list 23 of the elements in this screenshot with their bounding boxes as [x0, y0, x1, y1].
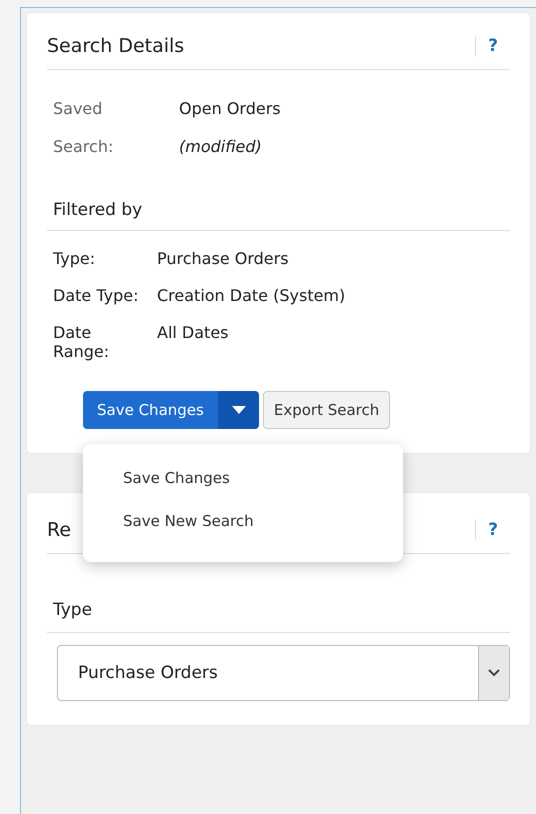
export-button[interactable]: Export Search — [262, 391, 390, 429]
field-label: Date Range: — [53, 323, 110, 361]
help-link[interactable]: ? — [475, 36, 510, 56]
field-label: Saved Search: — [53, 98, 114, 158]
field-label: Date Type: — [53, 286, 140, 305]
field-label: Type — [47, 600, 510, 633]
field-value: All Dates — [157, 323, 230, 344]
field-value: Creation Date (System) — [157, 286, 346, 305]
save-button[interactable]: Save Changes — [83, 391, 219, 429]
dropdown-toggle[interactable] — [218, 391, 259, 429]
panel-title: Re — [47, 519, 72, 541]
modified-note: (modified) — [179, 136, 263, 158]
menu-item[interactable]: Save New Search — [83, 505, 403, 548]
section-heading: Filtered by — [47, 200, 510, 231]
caret-icon — [230, 405, 247, 415]
chevron-down-icon — [488, 669, 500, 677]
field-label: Type: — [53, 249, 96, 268]
field-value: Open Orders — [179, 98, 281, 120]
panel-title: Search Details — [47, 35, 184, 57]
type-select[interactable]: Purchase Orders — [57, 645, 510, 701]
field-value: Purchase Orders — [157, 249, 290, 268]
menu-item[interactable]: Save Changes — [83, 462, 403, 505]
help-link[interactable]: ? — [475, 520, 510, 540]
